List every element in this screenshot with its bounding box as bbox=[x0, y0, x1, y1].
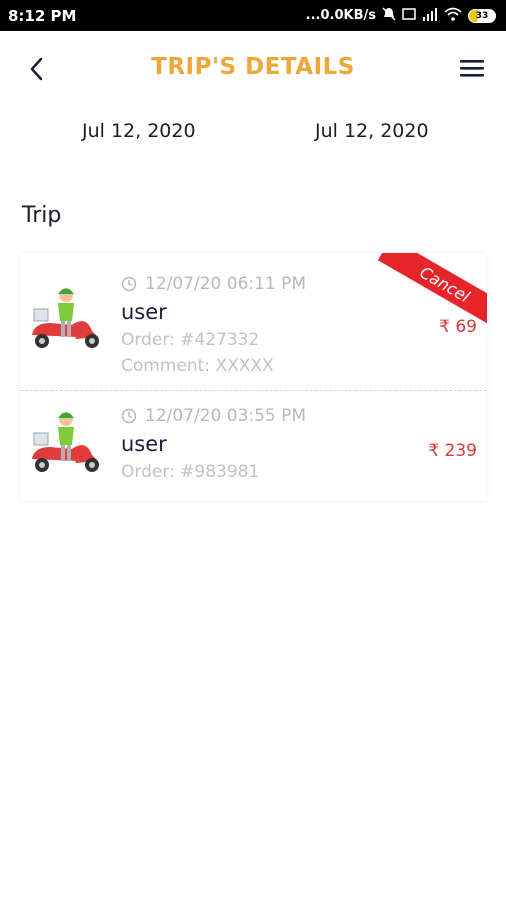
clock-icon bbox=[121, 408, 137, 424]
delivery-scooter-icon bbox=[32, 412, 99, 472]
status-time: 8:12 PM bbox=[8, 6, 77, 25]
date-range: Jul 12, 2020 Jul 12, 2020 bbox=[0, 120, 506, 150]
trip-time-row: 12/07/20 06:11 PM bbox=[121, 271, 306, 297]
page-title: TRIP'S DETAILS bbox=[151, 54, 355, 80]
status-icons: ...0.0KB/s 33 bbox=[305, 6, 496, 25]
trip-list: 12/07/20 06:11 PM user Order: #427332 Co… bbox=[20, 253, 487, 501]
trip-user: user bbox=[121, 432, 167, 456]
back-button[interactable] bbox=[22, 55, 52, 83]
trip-info: 12/07/20 06:11 PM user Order: #427332 Co… bbox=[121, 271, 306, 379]
trip-datetime: 12/07/20 06:11 PM bbox=[145, 274, 307, 294]
clock-icon bbox=[121, 276, 137, 292]
date-to[interactable]: Jul 12, 2020 bbox=[315, 120, 429, 142]
hamburger-menu-icon bbox=[460, 60, 484, 77]
app-header: TRIP'S DETAILS bbox=[0, 31, 506, 103]
trip-list-item[interactable]: 12/07/20 03:55 PM user Order: #983981 ₹ … bbox=[20, 391, 487, 501]
menu-button[interactable] bbox=[458, 57, 486, 79]
section-title: Trip bbox=[22, 203, 62, 228]
date-from[interactable]: Jul 12, 2020 bbox=[82, 120, 196, 142]
delivery-scooter-icon bbox=[32, 288, 99, 348]
signal-icon bbox=[422, 7, 438, 25]
trip-price: ₹ 239 bbox=[428, 441, 477, 461]
trip-order: Order: #427332 bbox=[121, 330, 260, 350]
wifi-icon bbox=[444, 7, 462, 25]
trip-list-item[interactable]: 12/07/20 06:11 PM user Order: #427332 Co… bbox=[20, 253, 487, 391]
trip-user: user bbox=[121, 300, 167, 324]
trip-datetime: 12/07/20 03:55 PM bbox=[145, 406, 307, 426]
trip-time-row: 12/07/20 03:55 PM bbox=[121, 403, 306, 429]
mute-icon bbox=[382, 6, 396, 25]
network-speed: ...0.0KB/s bbox=[305, 8, 376, 23]
back-arrow-icon bbox=[30, 57, 43, 81]
trip-price: ₹ 69 bbox=[439, 317, 477, 337]
battery-icon: 33 bbox=[468, 8, 496, 23]
trip-order: Order: #983981 bbox=[121, 462, 260, 482]
sim-icon bbox=[402, 7, 416, 25]
trip-info: 12/07/20 03:55 PM user Order: #983981 bbox=[121, 403, 306, 485]
trip-comment: Comment: XXXXX bbox=[121, 356, 274, 376]
status-bar: 8:12 PM ...0.0KB/s 33 bbox=[0, 0, 506, 31]
